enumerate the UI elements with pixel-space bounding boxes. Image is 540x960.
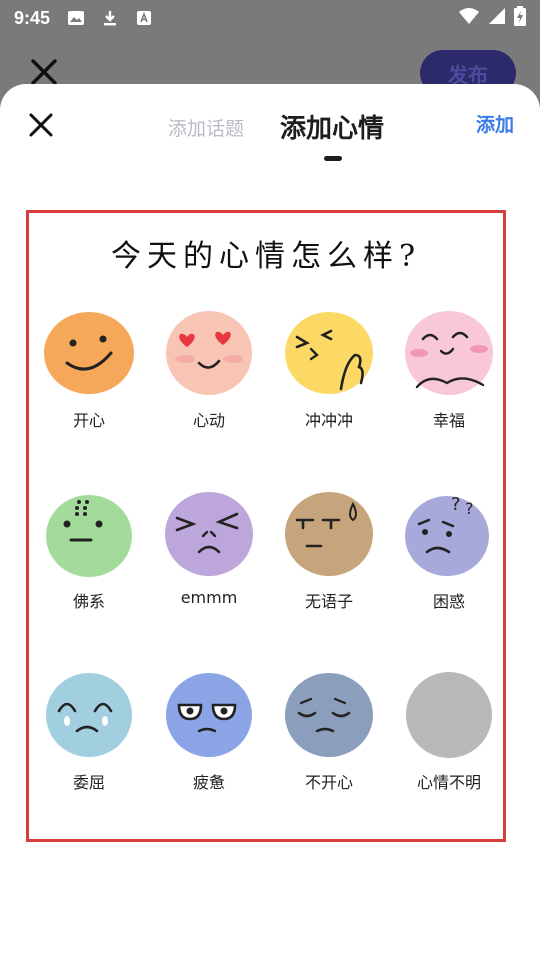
mood-option-emmm[interactable]: emmm bbox=[149, 488, 269, 669]
status-bar: 9:45 bbox=[0, 0, 540, 36]
blank-face-icon bbox=[406, 672, 492, 758]
mood-label: 佛系 bbox=[72, 592, 105, 611]
mood-label: 委屈 bbox=[72, 773, 105, 792]
happy-face-icon bbox=[44, 312, 134, 394]
mood-option-speechless[interactable]: 无语子 bbox=[269, 488, 389, 669]
mood-label: 冲冲冲 bbox=[304, 411, 353, 430]
mood-label: 幸福 bbox=[432, 411, 465, 430]
mood-option-happy[interactable]: 开心 bbox=[29, 307, 149, 488]
mood-sheet: 添加话题 添加心情 添加 今天的心情怎么样? 开心 心动 冲冲冲 幸福 佛系 e… bbox=[0, 84, 540, 960]
confused-face-icon: ? ? bbox=[405, 494, 489, 576]
mood-label: 开心 bbox=[72, 411, 105, 430]
svg-text:?: ? bbox=[465, 499, 474, 518]
mood-panel: 今天的心情怎么样? 开心 心动 冲冲冲 幸福 佛系 emmm 无语子 ? ? 困… bbox=[26, 210, 506, 842]
mood-label: 疲惫 bbox=[192, 773, 225, 792]
emmm-face-icon bbox=[165, 492, 253, 576]
mood-option-zen[interactable]: 佛系 bbox=[29, 488, 149, 669]
zen-face-icon bbox=[46, 495, 132, 577]
mood-label: 心动 bbox=[192, 411, 225, 430]
mood-option-unknown[interactable]: 心情不明 bbox=[389, 669, 509, 850]
mood-label: emmm bbox=[180, 588, 238, 607]
heart-eyes-face-icon bbox=[166, 311, 252, 395]
charge-face-icon bbox=[285, 312, 373, 394]
mood-label: 不开心 bbox=[304, 773, 353, 792]
panel-title: 今天的心情怎么样? bbox=[110, 239, 422, 274]
mood-option-aggrieved[interactable]: 委屈 bbox=[29, 669, 149, 850]
svg-text:?: ? bbox=[451, 494, 461, 515]
wifi-icon bbox=[458, 7, 480, 29]
mood-option-heartthrob[interactable]: 心动 bbox=[149, 307, 269, 488]
mood-option-confused[interactable]: ? ? 困惑 bbox=[389, 488, 509, 669]
status-time: 9:45 bbox=[14, 7, 51, 28]
mood-option-tired[interactable]: 疲惫 bbox=[149, 669, 269, 850]
mood-label: 困惑 bbox=[432, 592, 465, 611]
mood-grid: 开心 心动 冲冲冲 幸福 佛系 emmm 无语子 ? ? 困惑 委屈 疲惫 不开… bbox=[29, 307, 503, 850]
tab-add-topic[interactable]: 添加话题 bbox=[168, 114, 244, 141]
battery-icon bbox=[514, 6, 526, 30]
blissful-face-icon bbox=[405, 311, 493, 395]
close-icon[interactable] bbox=[26, 110, 56, 140]
mood-option-unhappy[interactable]: 不开心 bbox=[269, 669, 389, 850]
tab-indicator bbox=[324, 156, 342, 161]
signal-icon bbox=[488, 7, 506, 29]
aggrieved-face-icon bbox=[46, 673, 132, 757]
mood-option-blissful[interactable]: 幸福 bbox=[389, 307, 509, 488]
mood-label: 心情不明 bbox=[416, 773, 481, 792]
tired-face-icon bbox=[166, 673, 252, 757]
speechless-face-icon bbox=[285, 492, 373, 576]
mood-option-charge[interactable]: 冲冲冲 bbox=[269, 307, 389, 488]
add-button[interactable]: 添加 bbox=[476, 110, 514, 137]
font-icon bbox=[134, 8, 154, 28]
image-icon bbox=[66, 8, 86, 28]
unhappy-face-icon bbox=[285, 673, 373, 757]
mood-label: 无语子 bbox=[304, 592, 353, 611]
tab-add-mood[interactable]: 添加心情 bbox=[280, 108, 384, 145]
download-icon bbox=[100, 8, 120, 28]
